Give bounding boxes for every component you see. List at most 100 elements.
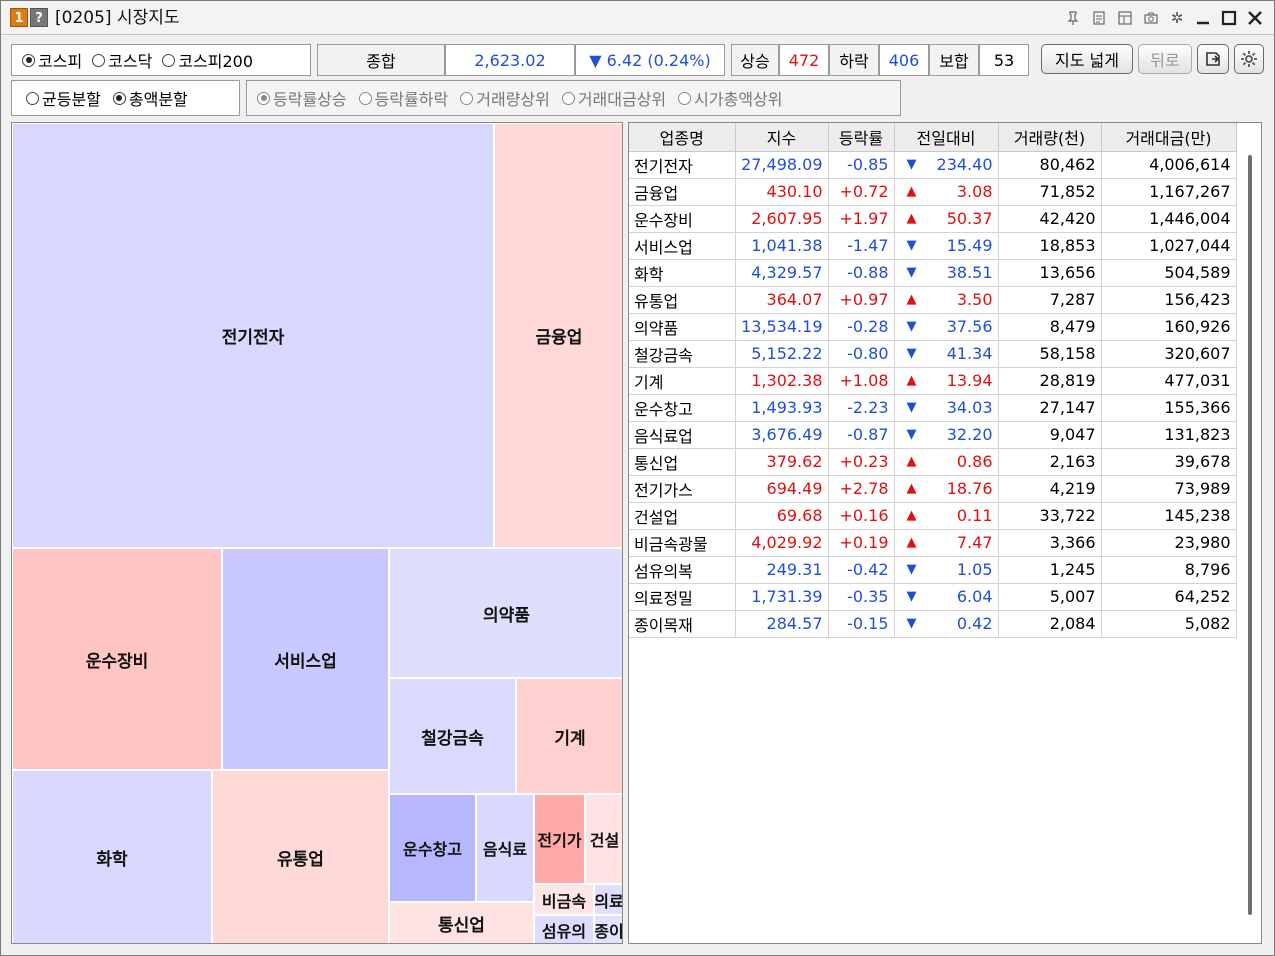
treemap-tile[interactable]: 섬유의: [534, 915, 594, 943]
cell-volume: 28,819: [998, 367, 1102, 395]
direction-icon: ▲: [906, 508, 917, 523]
table-row[interactable]: 운수창고 1,493.93 -2.23 ▼ 34.03 27,147 155,366: [629, 394, 1237, 422]
cell-volume: 80,462: [998, 151, 1102, 179]
table-row[interactable]: 섬유의복 249.31 -0.42 ▼ 1.05 1,245 8,796: [629, 556, 1237, 584]
direction-icon: ▲: [906, 184, 917, 199]
expand-map-button[interactable]: 지도 넓게: [1041, 44, 1133, 74]
treemap-tile[interactable]: 금융업: [494, 123, 622, 548]
treemap-tile[interactable]: 음식료: [476, 794, 534, 902]
index-value: 2,623.02: [445, 44, 575, 76]
table-row[interactable]: 전기전자 27,498.09 -0.85 ▼ 234.40 80,462 4,006,614: [629, 151, 1237, 179]
table-row[interactable]: 전기가스 694.49 +2.78 ▲ 18.76 4,219 73,989: [629, 475, 1237, 503]
sort-option-volume[interactable]: 거래량상위: [460, 86, 550, 110]
table-row[interactable]: 음식료업 3,676.49 -0.87 ▼ 32.20 9,047 131,823: [629, 421, 1237, 449]
table-row[interactable]: 화학 4,329.57 -0.88 ▼ 38.51 13,656 504,589: [629, 259, 1237, 287]
treemap-tile[interactable]: 의약품: [389, 548, 622, 678]
radio-label: 거래대금상위: [577, 90, 667, 109]
table-row[interactable]: 비금속광물 4,029.92 +0.19 ▲ 7.47 3,366 23,980: [629, 529, 1237, 557]
radio-label: 코스피200: [178, 52, 254, 71]
pin-icon[interactable]: [1062, 7, 1084, 29]
split-option-equal[interactable]: 균등분할: [26, 86, 101, 110]
treemap-tile[interactable]: 운수창고: [389, 794, 476, 902]
camera-icon[interactable]: [1140, 7, 1162, 29]
cell-rate: -0.80: [828, 340, 895, 368]
treemap-tile[interactable]: 종이: [594, 915, 622, 943]
table-row[interactable]: 운수장비 2,607.95 +1.97 ▲ 50.37 42,420 1,446,004: [629, 205, 1237, 233]
direction-icon: ▼: [906, 265, 917, 280]
back-button[interactable]: 뒤로: [1138, 44, 1192, 74]
cell-rate: +0.16: [828, 502, 895, 530]
table-row[interactable]: 통신업 379.62 +0.23 ▲ 0.86 2,163 39,678: [629, 448, 1237, 476]
table-row[interactable]: 종이목재 284.57 -0.15 ▼ 0.42 2,084 5,082: [629, 610, 1237, 638]
cell-sector-name: 섬유의복: [629, 556, 736, 584]
change-wrap: ▲ 3.08: [895, 182, 998, 201]
screen-number-badge[interactable]: 1: [10, 8, 28, 27]
col-header-amount[interactable]: 거래대금(만): [1101, 123, 1237, 152]
table-row[interactable]: 기계 1,302.38 +1.08 ▲ 13.94 28,819 477,031: [629, 367, 1237, 395]
index-label: 종합: [317, 44, 445, 76]
treemap-tile[interactable]: 전기가: [534, 794, 585, 884]
cell-rate: +0.19: [828, 529, 895, 557]
treemap-tile[interactable]: 철강금속: [389, 678, 516, 794]
treemap-tile[interactable]: 운수장비: [12, 548, 222, 770]
change-wrap: ▼ 0.42: [895, 614, 998, 633]
gear-icon[interactable]: ✲: [1166, 7, 1188, 29]
col-header-rate[interactable]: 등락률: [828, 123, 895, 152]
change-value: 0.11: [956, 506, 993, 525]
refresh-button[interactable]: [1197, 44, 1229, 74]
change-wrap: ▼ 15.49: [895, 236, 998, 255]
down-count: 406: [879, 44, 929, 76]
col-header-index[interactable]: 지수: [735, 123, 829, 152]
sector-table: 업종명 지수 등락률 전일대비 거래량(천) 거래대금(만) 전기전자 27,49…: [628, 122, 1262, 944]
treemap-tile[interactable]: 전기전자: [12, 123, 494, 548]
table-row[interactable]: 건설업 69.68 +0.16 ▲ 0.11 33,722 145,238: [629, 502, 1237, 530]
table-scrollbar[interactable]: [1238, 151, 1261, 943]
cell-index: 3,676.49: [735, 421, 829, 449]
treemap-tile[interactable]: 기계: [516, 678, 622, 794]
market-option-kospi[interactable]: 코스피: [22, 48, 82, 72]
help-icon[interactable]: ?: [30, 8, 48, 27]
maximize-icon[interactable]: [1218, 7, 1240, 29]
sort-option-market-cap[interactable]: 시가총액상위: [678, 86, 782, 110]
sort-option-rate-down[interactable]: 등락률하락: [358, 86, 449, 110]
treemap-tile[interactable]: 화학: [12, 770, 212, 943]
treemap-tile[interactable]: 유통업: [212, 770, 389, 943]
col-header-change[interactable]: 전일대비: [894, 123, 999, 152]
settings-button[interactable]: [1234, 44, 1264, 74]
table-row[interactable]: 의약품 13,534.19 -0.28 ▼ 37.56 8,479 160,926: [629, 313, 1237, 341]
notepad-icon[interactable]: [1088, 7, 1110, 29]
close-icon[interactable]: [1244, 7, 1266, 29]
market-option-kospi200[interactable]: 코스피200: [162, 48, 253, 72]
treemap-tile[interactable]: 통신업: [389, 902, 534, 943]
cell-change: ▼ 38.51: [894, 259, 999, 287]
treemap-tile[interactable]: 서비스업: [222, 548, 389, 770]
treemap-tile[interactable]: 비금속: [534, 884, 594, 915]
cell-sector-name: 종이목재: [629, 610, 736, 638]
col-header-volume[interactable]: 거래량(천): [998, 123, 1102, 152]
col-header-name[interactable]: 업종명: [629, 123, 736, 152]
table-row[interactable]: 서비스업 1,041.38 -1.47 ▼ 15.49 18,853 1,027,044: [629, 232, 1237, 260]
cell-sector-name: 전기전자: [629, 151, 736, 179]
cell-index: 379.62: [735, 448, 829, 476]
radio-dot: [678, 91, 692, 105]
sort-option-rate-up[interactable]: 등락률상승: [257, 86, 347, 110]
table-row[interactable]: 철강금속 5,152.22 -0.80 ▼ 41.34 58,158 320,607: [629, 340, 1237, 368]
flat-count: 53: [979, 44, 1029, 76]
change-wrap: ▲ 3.50: [895, 290, 998, 309]
direction-icon: ▲: [906, 292, 917, 307]
treemap-tile[interactable]: 의료: [594, 884, 622, 915]
market-option-kosdaq[interactable]: 코스닥: [92, 48, 152, 72]
treemap-tile[interactable]: 건설: [585, 794, 622, 884]
layout-icon[interactable]: [1114, 7, 1136, 29]
sort-option-amount[interactable]: 거래대금상위: [561, 86, 667, 110]
split-option-total[interactable]: 총액분할: [112, 86, 188, 110]
cell-sector-name: 음식료업: [629, 421, 736, 449]
table-row[interactable]: 유통업 364.07 +0.97 ▲ 3.50 7,287 156,423: [629, 286, 1237, 314]
table-row[interactable]: 금융업 430.10 +0.72 ▲ 3.08 71,852 1,167,267: [629, 178, 1237, 206]
table-row[interactable]: 의료정밀 1,731.39 -0.35 ▼ 6.04 5,007 64,252: [629, 583, 1237, 611]
cell-change: ▼ 15.49: [894, 232, 999, 260]
cell-amount: 1,446,004: [1101, 205, 1237, 233]
radio-label: 등락률하락: [374, 90, 449, 109]
minimize-icon[interactable]: [1192, 7, 1214, 29]
scrollbar-thumb[interactable]: [1248, 155, 1252, 915]
